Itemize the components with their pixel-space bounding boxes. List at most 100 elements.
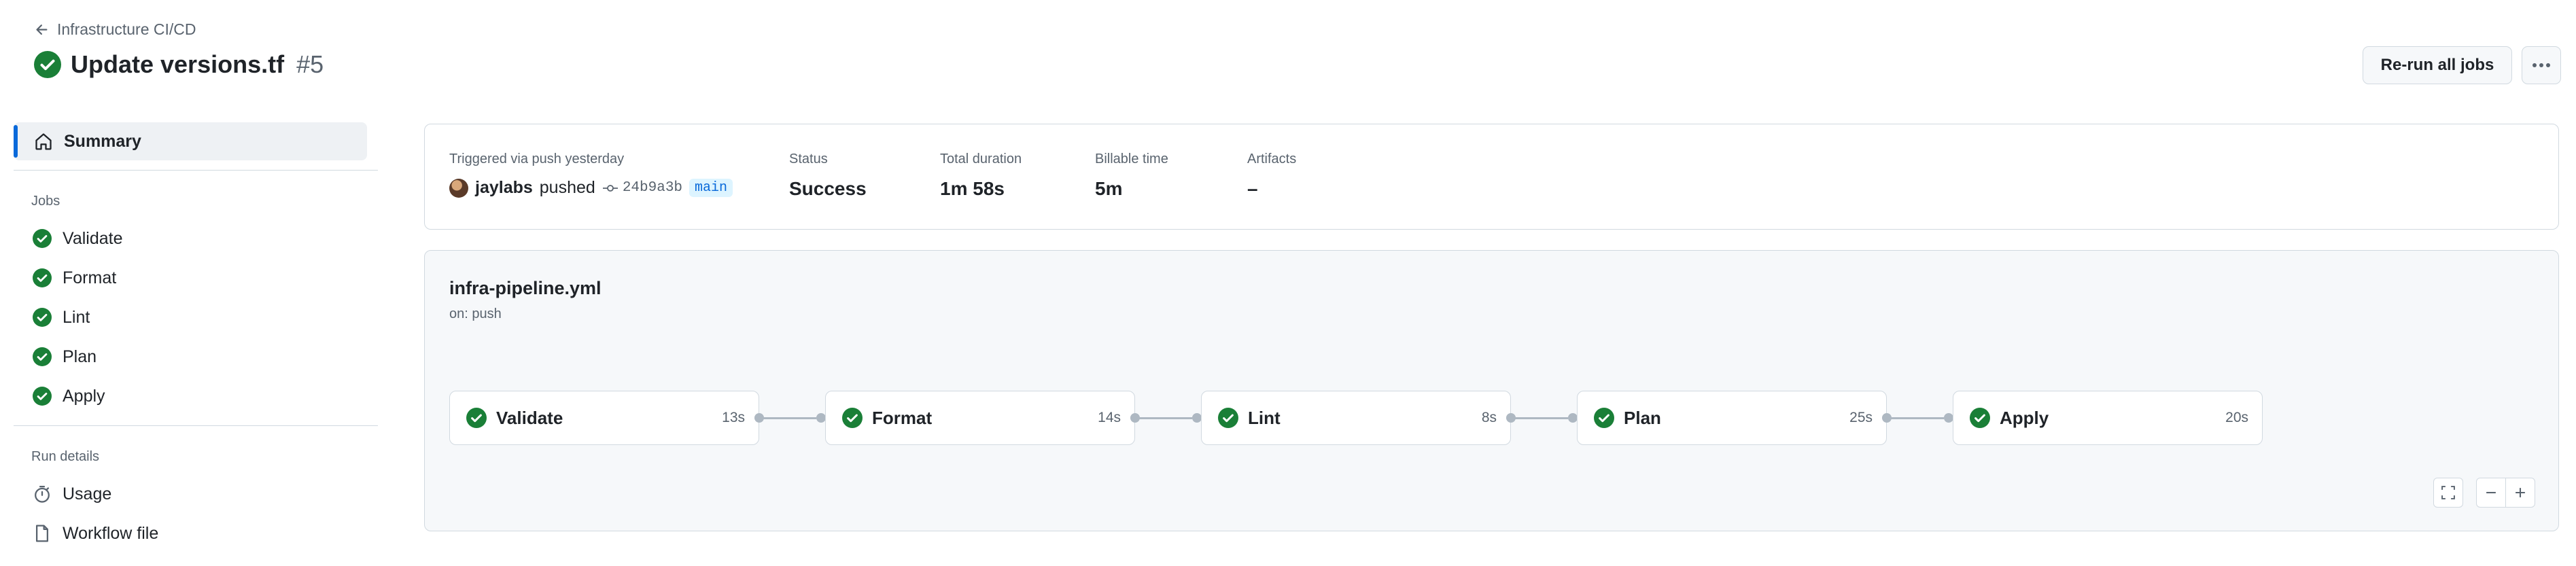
connector-line <box>763 417 816 419</box>
artifacts-section: Artifacts – <box>1247 152 1296 200</box>
rerun-all-jobs-button[interactable]: Re-run all jobs <box>2363 46 2512 84</box>
stopwatch-icon <box>35 486 50 503</box>
actor-link[interactable]: jaylabs <box>475 178 533 198</box>
check-circle-fill-icon <box>33 347 52 366</box>
sidebar-item-label: Summary <box>64 131 141 151</box>
sidebar-item-validate[interactable]: Validate <box>14 219 378 258</box>
workflow-trigger: on: push <box>449 306 502 321</box>
connector-line <box>1515 417 1568 419</box>
artifacts-value: – <box>1247 178 1258 199</box>
sidebar-item-plan[interactable]: Plan <box>14 337 378 376</box>
avatar[interactable] <box>449 178 468 198</box>
workflow-run-page: Infrastructure CI/CD Update versions.tf … <box>0 0 2576 566</box>
sidebar-item-summary[interactable]: Summary <box>14 122 367 160</box>
sidebar-item-label: Workflow file <box>63 523 159 543</box>
connector-dot <box>816 413 826 423</box>
workflow-name: infra-pipeline.yml <box>449 278 602 298</box>
file-icon <box>35 525 49 542</box>
sidebar-item-workflow-file[interactable]: Workflow file <box>14 514 378 553</box>
sidebar-item-label: Apply <box>63 386 105 406</box>
back-link[interactable]: Infrastructure CI/CD <box>34 20 196 39</box>
trigger-label: Triggered via push yesterday <box>449 152 625 166</box>
trigger-details: jaylabs pushed 24b9a3b main <box>449 178 733 198</box>
connector-line <box>1139 417 1192 419</box>
connector-dot <box>1506 413 1516 423</box>
billable-section: Billable time 5m <box>1095 152 1168 200</box>
check-circle-fill-icon <box>842 408 863 428</box>
job-name: Format <box>872 407 933 428</box>
run-title: Update versions.tf <box>71 50 285 78</box>
sidebar-item-apply[interactable]: Apply <box>14 376 378 416</box>
run-summary-card: Triggered via push yesterday jaylabs pus… <box>424 124 2559 230</box>
git-commit-icon <box>602 184 618 192</box>
sidebar-item-usage[interactable]: Usage <box>14 474 378 514</box>
sidebar-item-format[interactable]: Format <box>14 258 378 298</box>
run-details-heading: Run details <box>31 449 100 464</box>
divider <box>14 170 378 171</box>
arrow-left-icon <box>36 24 48 35</box>
job-card-lint[interactable]: Lint 8s <box>1201 391 1511 445</box>
job-name: Apply <box>2000 407 2049 428</box>
sidebar-item-label: Format <box>63 268 117 287</box>
billable-label: Billable time <box>1095 152 1168 166</box>
check-circle-fill-icon <box>33 268 52 287</box>
zoom-out-button[interactable] <box>2476 478 2506 508</box>
home-icon <box>35 133 52 150</box>
duration-section: Total duration 1m 58s <box>940 152 1022 200</box>
divider <box>14 425 378 426</box>
billable-value: 5m <box>1095 178 1123 199</box>
duration-value[interactable]: 1m 58s <box>940 178 1022 200</box>
job-duration: 14s <box>1098 410 1121 425</box>
plus-icon <box>2516 488 2525 497</box>
check-circle-fill-icon <box>33 387 52 406</box>
fullscreen-button[interactable] <box>2433 478 2463 508</box>
sidebar-item-label: Lint <box>63 307 90 327</box>
check-circle-fill-icon <box>33 308 52 327</box>
check-circle-fill-icon <box>1218 408 1238 428</box>
check-circle-fill-icon <box>34 51 61 78</box>
check-circle-fill-icon <box>33 229 52 248</box>
connector-line <box>1891 417 1944 419</box>
job-card-format[interactable]: Format 14s <box>825 391 1135 445</box>
job-card-apply[interactable]: Apply 20s <box>1953 391 2263 445</box>
check-circle-fill-icon <box>466 408 487 428</box>
connector-dot <box>1944 413 1953 423</box>
trigger-section: Triggered via push yesterday jaylabs pus… <box>449 152 733 198</box>
connector-dot <box>1130 413 1140 423</box>
duration-label: Total duration <box>940 152 1022 166</box>
workflow-graph: infra-pipeline.yml on: push Validate 13s… <box>424 250 2559 531</box>
sidebar-item-label: Usage <box>63 484 112 503</box>
run-number: #5 <box>296 50 324 78</box>
status-section: Status Success <box>789 152 867 200</box>
sidebar-item-lint[interactable]: Lint <box>14 298 378 337</box>
job-duration: 25s <box>1849 410 1873 425</box>
job-duration: 13s <box>722 410 745 425</box>
more-options-button[interactable] <box>2522 46 2561 84</box>
status-value: Success <box>789 178 867 199</box>
job-duration: 20s <box>2225 410 2248 425</box>
commit-sha-link[interactable]: 24b9a3b <box>602 180 682 196</box>
page-title: Update versions.tf #5 <box>34 50 324 79</box>
connector-dot <box>1882 413 1892 423</box>
check-circle-fill-icon <box>1594 408 1614 428</box>
commit-sha: 24b9a3b <box>622 180 683 196</box>
job-card-validate[interactable]: Validate 13s <box>449 391 759 445</box>
job-name: Plan <box>1624 407 1661 428</box>
screen-full-icon <box>2441 486 2455 499</box>
status-label: Status <box>789 152 828 166</box>
check-circle-fill-icon <box>1970 408 1990 428</box>
connector-dot <box>754 413 764 423</box>
sidebar-item-label: Plan <box>63 347 97 366</box>
connector-dot <box>1568 413 1578 423</box>
connector-dot <box>1192 413 1202 423</box>
branch-badge[interactable]: main <box>689 179 733 197</box>
zoom-in-button[interactable] <box>2505 478 2535 508</box>
job-card-plan[interactable]: Plan 25s <box>1577 391 1887 445</box>
artifacts-label: Artifacts <box>1247 152 1297 166</box>
dash-icon <box>2486 491 2496 494</box>
sidebar: Summary Jobs Validate Format Lint Plan A… <box>14 122 378 553</box>
back-link-label: Infrastructure CI/CD <box>57 20 196 38</box>
kebab-horizontal-icon <box>2533 63 2550 67</box>
action-text: pushed <box>539 178 595 197</box>
job-name: Validate <box>496 407 563 428</box>
